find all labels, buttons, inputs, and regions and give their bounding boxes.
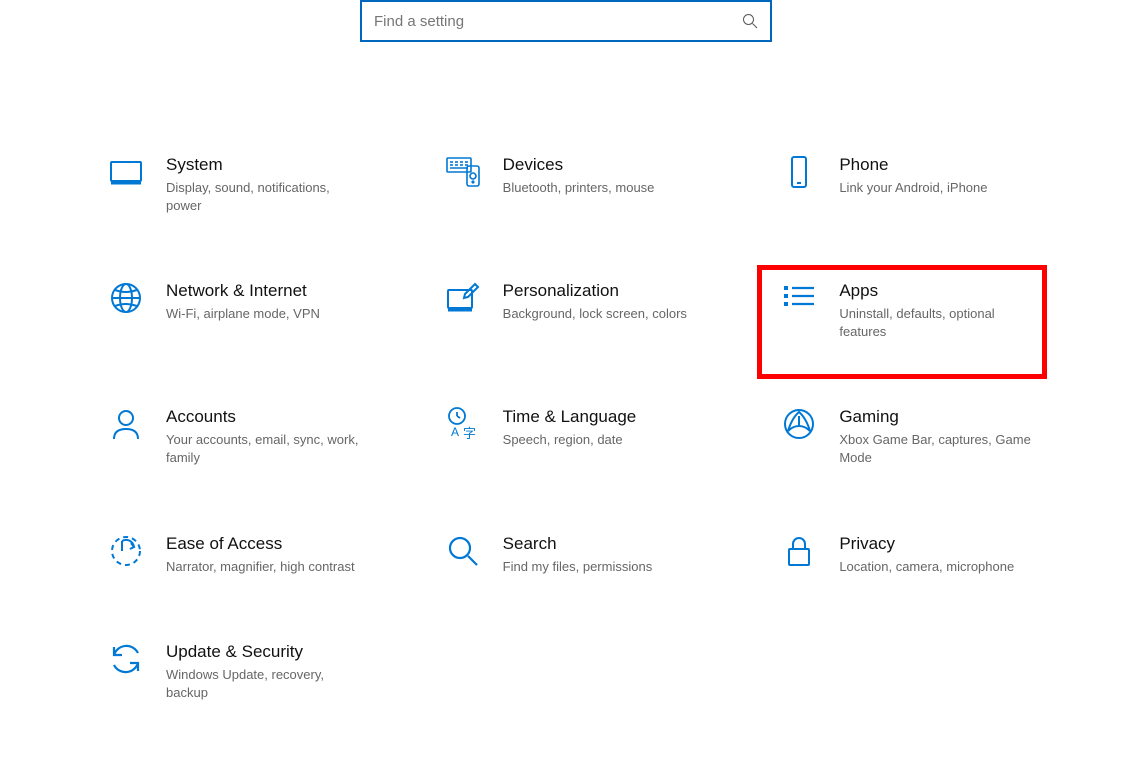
- tile-text: Gaming Xbox Game Bar, captures, Game Mod…: [839, 404, 1064, 466]
- tile-text: Ease of Access Narrator, magnifier, high…: [166, 531, 391, 576]
- tile-title: Update & Security: [166, 641, 391, 663]
- tile-personalization[interactable]: Personalization Background, lock screen,…: [437, 274, 734, 344]
- tile-time-language[interactable]: A 字 Time & Language Speech, region, date: [437, 400, 734, 470]
- tile-text: Apps Uninstall, defaults, optional featu…: [839, 278, 1064, 340]
- tile-update-security[interactable]: Update & Security Windows Update, recove…: [100, 635, 397, 705]
- tile-desc: Windows Update, recovery, backup: [166, 666, 366, 701]
- tile-title: Gaming: [839, 406, 1064, 428]
- tile-text: Update & Security Windows Update, recove…: [166, 639, 391, 701]
- tile-text: Devices Bluetooth, printers, mouse: [503, 152, 728, 197]
- tile-devices[interactable]: Devices Bluetooth, printers, mouse: [437, 148, 734, 218]
- tile-title: Accounts: [166, 406, 391, 428]
- tile-title: Personalization: [503, 280, 728, 302]
- privacy-icon: [779, 531, 819, 571]
- tile-text: Personalization Background, lock screen,…: [503, 278, 728, 323]
- tile-network[interactable]: Network & Internet Wi-Fi, airplane mode,…: [100, 274, 397, 344]
- devices-icon: [443, 152, 483, 192]
- update-security-icon: [106, 639, 146, 679]
- search-input[interactable]: [374, 13, 742, 30]
- search-icon: [742, 13, 758, 29]
- tile-text: Privacy Location, camera, microphone: [839, 531, 1064, 576]
- tile-desc: Speech, region, date: [503, 431, 703, 449]
- search-container: [360, 0, 772, 42]
- tile-desc: Find my files, permissions: [503, 558, 703, 576]
- tile-title: Time & Language: [503, 406, 728, 428]
- tile-desc: Narrator, magnifier, high contrast: [166, 558, 366, 576]
- tile-text: Network & Internet Wi-Fi, airplane mode,…: [166, 278, 391, 323]
- tile-text: Time & Language Speech, region, date: [503, 404, 728, 449]
- system-icon: [106, 152, 146, 192]
- apps-icon: [779, 278, 819, 318]
- tile-desc: Display, sound, notifications, power: [166, 179, 366, 214]
- search-category-icon: [443, 531, 483, 571]
- settings-grid: System Display, sound, notifications, po…: [100, 148, 1070, 705]
- tile-desc: Bluetooth, printers, mouse: [503, 179, 703, 197]
- ease-of-access-icon: [106, 531, 146, 571]
- tile-search[interactable]: Search Find my files, permissions: [437, 527, 734, 580]
- tile-accounts[interactable]: Accounts Your accounts, email, sync, wor…: [100, 400, 397, 470]
- tile-desc: Location, camera, microphone: [839, 558, 1039, 576]
- tile-desc: Xbox Game Bar, captures, Game Mode: [839, 431, 1039, 466]
- tile-gaming[interactable]: Gaming Xbox Game Bar, captures, Game Mod…: [773, 400, 1070, 470]
- tile-privacy[interactable]: Privacy Location, camera, microphone: [773, 527, 1070, 580]
- tile-phone[interactable]: Phone Link your Android, iPhone: [773, 148, 1070, 218]
- time-language-icon: A 字: [443, 404, 483, 444]
- tile-desc: Wi-Fi, airplane mode, VPN: [166, 305, 366, 323]
- svg-text:字: 字: [463, 426, 476, 441]
- search-box[interactable]: [360, 0, 772, 42]
- personalization-icon: [443, 278, 483, 318]
- tile-title: Network & Internet: [166, 280, 391, 302]
- tile-apps[interactable]: Apps Uninstall, defaults, optional featu…: [773, 274, 1070, 344]
- tile-desc: Link your Android, iPhone: [839, 179, 1039, 197]
- globe-icon: [106, 278, 146, 318]
- tile-title: System: [166, 154, 391, 176]
- tile-title: Apps: [839, 280, 1064, 302]
- tile-title: Devices: [503, 154, 728, 176]
- tile-title: Ease of Access: [166, 533, 391, 555]
- tile-ease-of-access[interactable]: Ease of Access Narrator, magnifier, high…: [100, 527, 397, 580]
- tile-text: System Display, sound, notifications, po…: [166, 152, 391, 214]
- svg-text:A: A: [451, 425, 459, 439]
- phone-icon: [779, 152, 819, 192]
- tile-text: Phone Link your Android, iPhone: [839, 152, 1064, 197]
- tile-desc: Uninstall, defaults, optional features: [839, 305, 1039, 340]
- tile-title: Phone: [839, 154, 1064, 176]
- tile-text: Accounts Your accounts, email, sync, wor…: [166, 404, 391, 466]
- tile-desc: Your accounts, email, sync, work, family: [166, 431, 366, 466]
- tile-title: Search: [503, 533, 728, 555]
- tile-title: Privacy: [839, 533, 1064, 555]
- gaming-icon: [779, 404, 819, 444]
- accounts-icon: [106, 404, 146, 444]
- tile-text: Search Find my files, permissions: [503, 531, 728, 576]
- tile-system[interactable]: System Display, sound, notifications, po…: [100, 148, 397, 218]
- tile-desc: Background, lock screen, colors: [503, 305, 703, 323]
